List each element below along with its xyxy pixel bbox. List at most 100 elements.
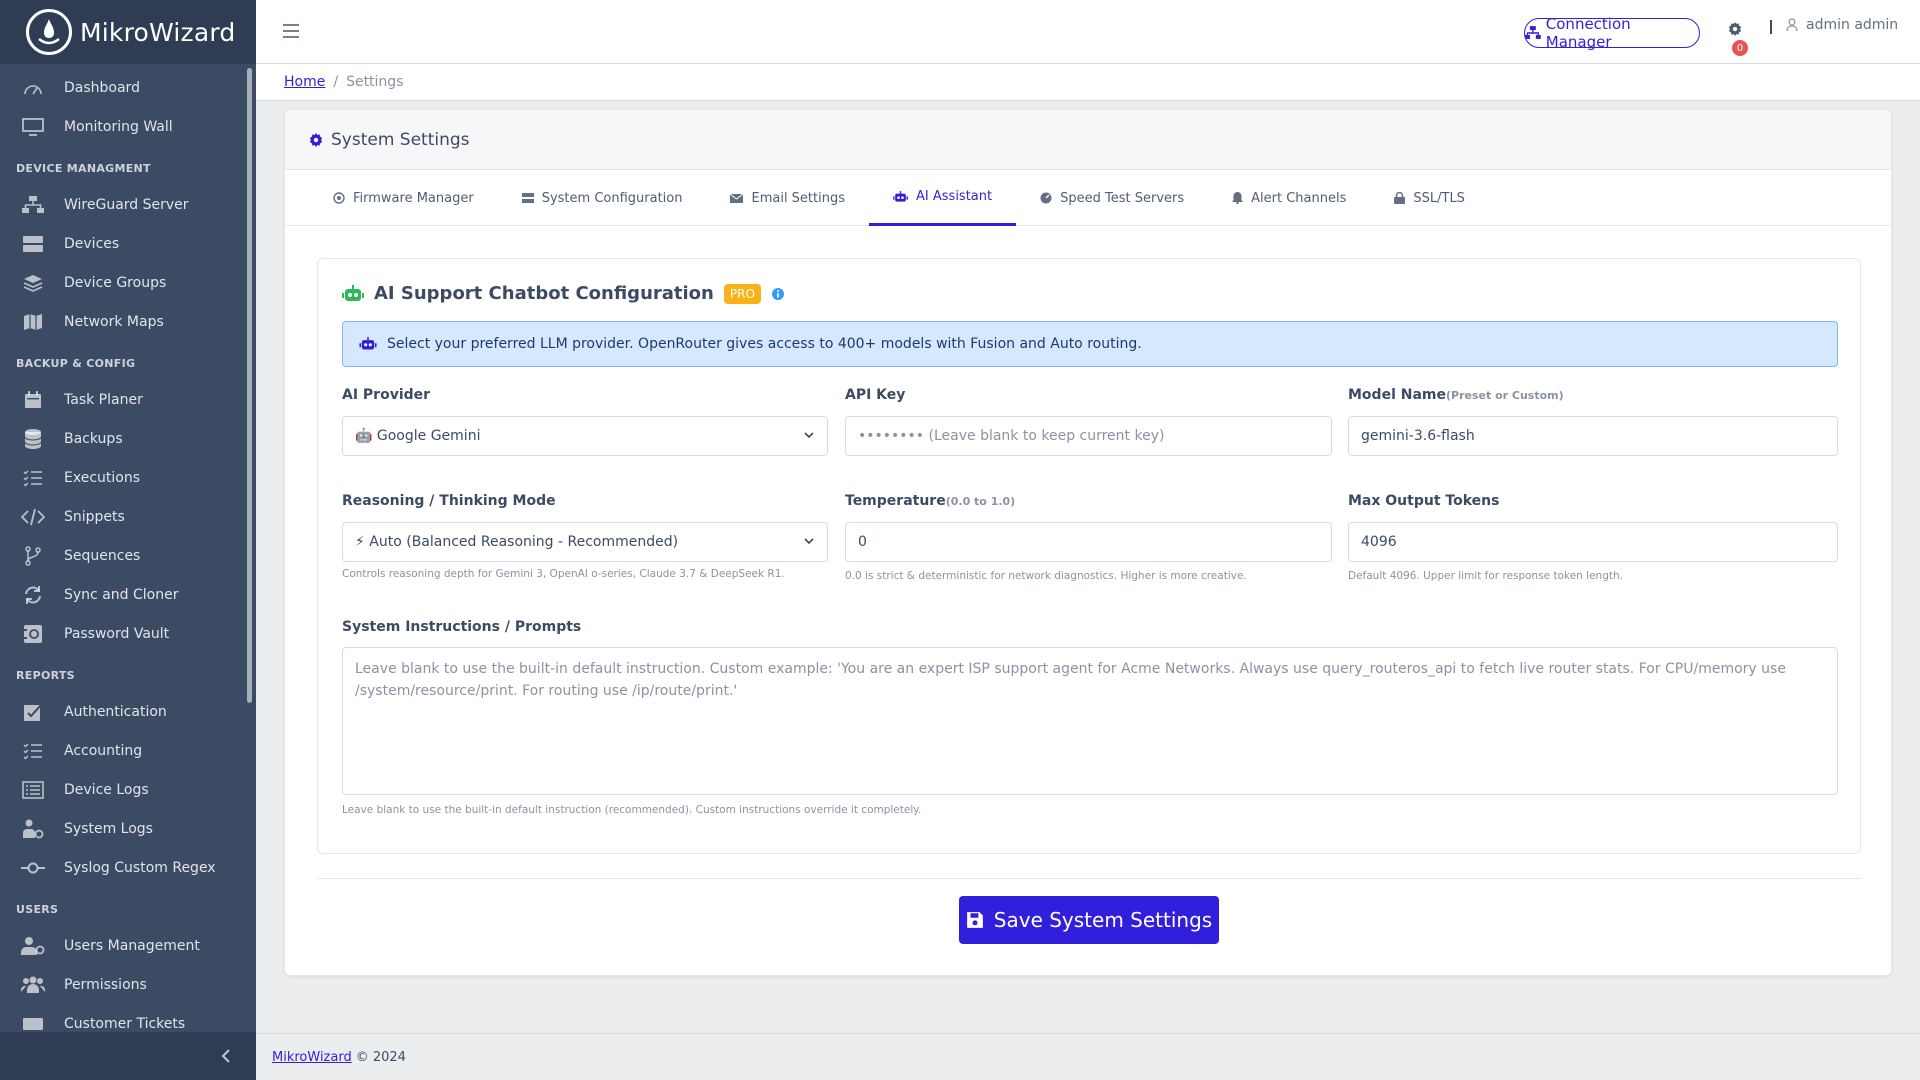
- ai-provider-label: AI Provider: [342, 387, 431, 403]
- sidebar-item-snippets[interactable]: Snippets: [0, 497, 256, 536]
- sidebar-item-label: Devices: [64, 235, 120, 252]
- page-footer: MikroWizard © 2024: [256, 1033, 1920, 1080]
- robot-icon: [342, 284, 364, 301]
- nav-section-title: USERS: [16, 903, 59, 916]
- max-tokens-help: Default 4096. Upper limit for response t…: [1348, 570, 1623, 582]
- sidebar-item-label: Device Groups: [64, 274, 167, 291]
- chevron-left-icon: [221, 1049, 230, 1063]
- reasoning-mode-select[interactable]: ⚡ Auto (Balanced Reasoning - Recommended…: [342, 522, 828, 562]
- ai-config-title: AI Support Chatbot Configuration PRO: [342, 283, 785, 304]
- model-name-input[interactable]: gemini-3.6-flash: [1348, 416, 1838, 456]
- sidebar-item-label: Device Logs: [64, 781, 149, 798]
- tab-speed-test-servers[interactable]: Speed Test Servers: [1016, 170, 1208, 226]
- save-icon: [966, 912, 983, 928]
- sidebar-item-label: Syslog Custom Regex: [64, 859, 216, 876]
- temperature-input[interactable]: 0: [845, 522, 1332, 562]
- server-icon: [521, 192, 534, 204]
- sidebar-item-label: WireGuard Server: [64, 196, 189, 213]
- tab-ssl-tls[interactable]: SSL/TLS: [1370, 170, 1489, 226]
- database-icon: [20, 428, 46, 450]
- sidebar-scrollbar[interactable]: [247, 68, 252, 703]
- info-circle-icon[interactable]: [771, 287, 785, 301]
- sync-icon: [20, 584, 46, 606]
- ai-config-panel: AI Support Chatbot Configuration PRO Sel…: [317, 258, 1861, 854]
- chevron-down-icon: [804, 538, 814, 545]
- sidebar-item-backups[interactable]: Backups: [0, 419, 256, 458]
- sidebar-item-label: Monitoring Wall: [64, 118, 173, 135]
- ai-provider-select[interactable]: 🤖 Google Gemini: [342, 416, 828, 456]
- brand[interactable]: MikroWizard: [0, 0, 256, 64]
- connection-manager-button[interactable]: Connection Manager: [1524, 15, 1700, 51]
- menu-toggle-icon[interactable]: [280, 20, 302, 42]
- save-system-settings-button[interactable]: Save System Settings: [959, 896, 1219, 944]
- sidebar-item-label: Sequences: [64, 547, 141, 564]
- sidebar-item-system-logs[interactable]: System Logs: [0, 809, 256, 848]
- sidebar: MikroWizard Dashboard Monitoring Wall DEVI…: [0, 0, 256, 1080]
- branch-icon: [20, 545, 46, 567]
- brand-logo-icon: [26, 9, 72, 55]
- sidebar-item-label: Snippets: [64, 508, 125, 525]
- sidebar-item-syslog-custom-regex[interactable]: Syslog Custom Regex: [0, 848, 256, 887]
- storage-icon: [20, 233, 46, 255]
- tab-firmware-manager[interactable]: Firmware Manager: [309, 170, 498, 226]
- sidebar-toggle[interactable]: [0, 1032, 256, 1080]
- max-tokens-input[interactable]: 4096: [1348, 522, 1838, 562]
- temperature-hint: (0.0 to 1.0): [945, 495, 1016, 508]
- commit-icon: [20, 857, 46, 879]
- robot-icon: [359, 337, 377, 350]
- tab-label: Speed Test Servers: [1060, 190, 1185, 206]
- notification-badge: 0: [1732, 40, 1748, 56]
- sidebar-item-sync-and-cloner[interactable]: Sync and Cloner: [0, 575, 256, 614]
- temperature-help: 0.0 is strict & deterministic for networ…: [845, 570, 1247, 582]
- nav-section-title: DEVICE MANAGMENT: [16, 162, 151, 175]
- sidebar-item-label: Customer Tickets: [64, 1015, 186, 1032]
- sidebar-item-label: Backups: [64, 430, 123, 447]
- sidebar-item-sequences[interactable]: Sequences: [0, 536, 256, 575]
- sidebar-item-executions[interactable]: Executions: [0, 458, 256, 497]
- tab-alert-channels[interactable]: Alert Channels: [1208, 170, 1370, 226]
- user-menu[interactable]: admin admin: [1786, 17, 1898, 33]
- sidebar-item-password-vault[interactable]: Password Vault: [0, 614, 256, 653]
- reasoning-mode-label: Reasoning / Thinking Mode: [342, 493, 556, 509]
- sidebar-item-network-maps[interactable]: Network Maps: [0, 302, 256, 341]
- footer-brand-link[interactable]: MikroWizard: [272, 1050, 352, 1065]
- code-icon: [20, 506, 46, 528]
- sidebar-item-dashboard[interactable]: Dashboard: [0, 68, 256, 107]
- sidebar-item-permissions[interactable]: Permissions: [0, 965, 256, 1004]
- sidebar-item-monitoring-wall[interactable]: Monitoring Wall: [0, 107, 256, 146]
- sidebar-item-wireguard-server[interactable]: WireGuard Server: [0, 185, 256, 224]
- sidebar-item-device-logs[interactable]: Device Logs: [0, 770, 256, 809]
- footer-copyright: © 2024: [355, 1049, 406, 1065]
- gear-icon: [309, 132, 323, 147]
- sidebar-item-label: Permissions: [64, 976, 147, 993]
- firmware-icon: [333, 192, 345, 204]
- sidebar-item-label: Users Management: [64, 937, 200, 954]
- system-instructions-textarea[interactable]: Leave blank to use the built-in default …: [342, 647, 1838, 795]
- breadcrumb-separator: /: [333, 74, 339, 90]
- settings-gear-icon[interactable]: [1724, 18, 1746, 40]
- api-key-input[interactable]: •••••••• (Leave blank to keep current ke…: [845, 416, 1332, 456]
- sidebar-item-authentication[interactable]: Authentication: [0, 692, 256, 731]
- envelope-icon: [730, 193, 744, 204]
- nav-section-title: BACKUP & CONFIG: [16, 357, 136, 370]
- sidebar-item-task-planer[interactable]: Task Planer: [0, 380, 256, 419]
- sidebar-item-devices[interactable]: Devices: [0, 224, 256, 263]
- tab-system-configuration[interactable]: System Configuration: [498, 170, 707, 226]
- sidebar-item-device-groups[interactable]: Device Groups: [0, 263, 256, 302]
- sidebar-item-users-management[interactable]: Users Management: [0, 926, 256, 965]
- reasoning-mode-help: Controls reasoning depth for Gemini 3, O…: [342, 568, 785, 580]
- sidebar-item-accounting[interactable]: Accounting: [0, 731, 256, 770]
- vault-icon: [20, 623, 46, 645]
- speedometer-icon: [20, 77, 46, 99]
- sidebar-nav: Dashboard Monitoring Wall DEVICE MANAGMENT…: [0, 64, 256, 1043]
- breadcrumb-home-link[interactable]: Home: [284, 74, 325, 90]
- list-check-icon: [20, 467, 46, 489]
- header-divider: [1770, 20, 1772, 34]
- api-key-label: API Key: [845, 387, 906, 403]
- model-name-hint: (Preset or Custom): [1446, 389, 1564, 402]
- provider-info-alert: Select your preferred LLM provider. Open…: [342, 321, 1838, 367]
- tab-email-settings[interactable]: Email Settings: [706, 170, 869, 226]
- tab-label: Alert Channels: [1251, 190, 1347, 206]
- sidebar-item-label: Dashboard: [64, 79, 140, 96]
- tab-ai-assistant[interactable]: AI Assistant: [869, 170, 1017, 226]
